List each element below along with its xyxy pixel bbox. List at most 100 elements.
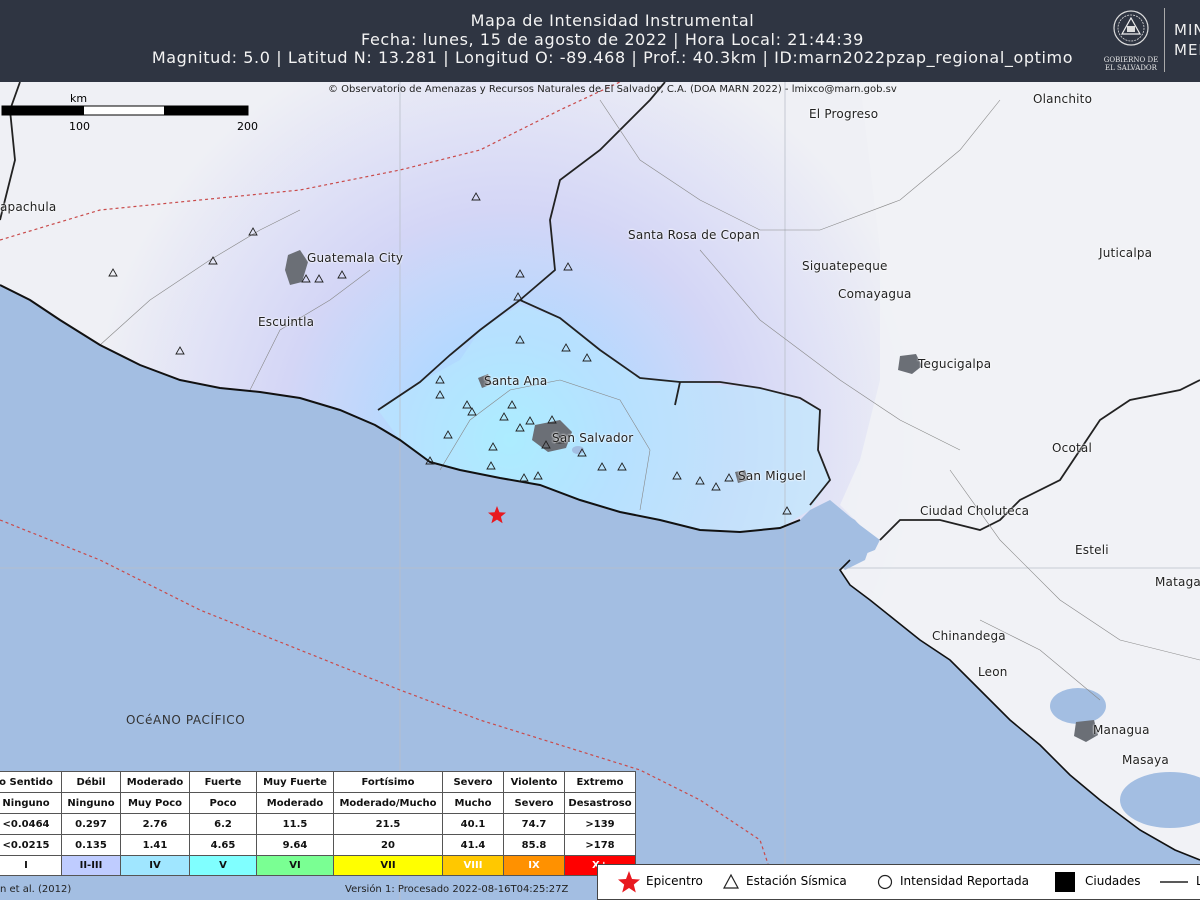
intensity-legend-table: o Sentido Débil Moderado Fuerte Muy Fuerte Fo… bbox=[0, 771, 636, 876]
legend-cell: Moderado bbox=[256, 792, 334, 814]
legend-row-header: o Sentido Débil Moderado Fuerte Muy Fuerte Fo… bbox=[0, 771, 636, 793]
place-label-escuintla: Escuintla bbox=[258, 315, 315, 329]
government-seal-logo: GOBIERNO DE EL SALVADOR bbox=[1103, 4, 1159, 76]
header-divider bbox=[1164, 8, 1165, 72]
intensity-swatch: IV bbox=[120, 855, 190, 876]
legend-cell: Mucho bbox=[442, 792, 504, 814]
legend-cell: 0.297 bbox=[61, 813, 121, 835]
ocean-label: OCéANO PACÍFICO bbox=[126, 713, 246, 727]
intensity-swatch: V bbox=[189, 855, 257, 876]
station-triangle-icon bbox=[722, 873, 740, 889]
place-label-olanchito: Olanchito bbox=[1033, 92, 1093, 106]
place-label-san-miguel: San Miguel bbox=[738, 469, 807, 483]
legend-reported-label: Intensidad Reportada bbox=[900, 874, 1029, 888]
place-label-siguatepeque: Siguatepeque bbox=[802, 259, 888, 273]
place-label-leon: Leon bbox=[978, 665, 1008, 679]
legend-cell: 2.76 bbox=[120, 813, 190, 835]
legend-cell: Violento bbox=[503, 771, 565, 793]
legend-cities-label: Ciudades bbox=[1085, 874, 1141, 888]
place-label-comayagua: Comayagua bbox=[838, 287, 912, 301]
reference-citation: n et al. (2012) bbox=[0, 884, 72, 895]
scale-bar: km 100 200 bbox=[0, 92, 260, 133]
place-label-chinandega: Chinandega bbox=[932, 629, 1006, 643]
legend-cell: Débil bbox=[61, 771, 121, 793]
legend-cell: Moderado bbox=[120, 771, 190, 793]
event-parameters: Magnitud: 5.0 | Latitud N: 13.281 | Long… bbox=[151, 48, 1074, 67]
place-label-masaya: Masaya bbox=[1122, 753, 1169, 767]
intensity-swatch: VII bbox=[333, 855, 443, 876]
place-label-matagalpa: Mataga bbox=[1155, 575, 1200, 589]
legend-cell: 1.41 bbox=[120, 834, 190, 856]
cities-square-icon bbox=[1055, 872, 1075, 892]
legend-cell: 9.64 bbox=[256, 834, 334, 856]
legend-cell: <0.0464 bbox=[0, 813, 62, 835]
intensity-swatch: VIII bbox=[442, 855, 504, 876]
place-label-ciudad-choluteca: Ciudad Choluteca bbox=[920, 504, 1030, 518]
ministry-name: MIN MED bbox=[1174, 20, 1200, 60]
place-label-santa-ana: Santa Ana bbox=[484, 374, 548, 388]
place-label-tegucigalpa: Tegucigalpa bbox=[918, 357, 992, 371]
intensity-swatch: II-III bbox=[61, 855, 121, 876]
legend-row-pgv: <0.0215 0.135 1.41 4.65 9.64 20 41.4 85.8 >178 bbox=[0, 834, 636, 856]
legend-cell: Fortísimo bbox=[333, 771, 443, 793]
legend-cell: 0.135 bbox=[61, 834, 121, 856]
map-header: Mapa de Intensidad Instrumental Fecha: l… bbox=[0, 0, 1200, 82]
ministry-line-1: MIN bbox=[1174, 21, 1200, 39]
place-label-esteli: Esteli bbox=[1075, 543, 1109, 557]
legend-cell: 20 bbox=[333, 834, 443, 856]
legend-cell: o Sentido bbox=[0, 771, 62, 793]
legend-cell: Desastroso bbox=[564, 792, 636, 814]
legend-cell: Severo bbox=[442, 771, 504, 793]
legend-cell: Extremo bbox=[564, 771, 636, 793]
legend-cell: Muy Poco bbox=[120, 792, 190, 814]
reported-intensity-circle-icon bbox=[877, 874, 893, 890]
place-label-tapachula: apachula bbox=[0, 200, 57, 214]
place-label-santa-rosa-de-copan: Santa Rosa de Copan bbox=[628, 228, 760, 242]
legend-cell: Poco bbox=[189, 792, 257, 814]
legend-cell: 11.5 bbox=[256, 813, 334, 835]
lake-managua bbox=[1050, 688, 1106, 724]
map-credit: © Observatorio de Amenazas y Recursos Na… bbox=[328, 84, 897, 95]
map-title: Mapa de Intensidad Instrumental bbox=[470, 11, 755, 30]
intensity-swatch: IX bbox=[503, 855, 565, 876]
legend-cell: Moderado/Mucho bbox=[333, 792, 443, 814]
legend-cell: 74.7 bbox=[503, 813, 565, 835]
legend-cell: Fuerte bbox=[189, 771, 257, 793]
intensity-swatch: I bbox=[0, 855, 62, 876]
legend-cell: Muy Fuerte bbox=[256, 771, 334, 793]
legend-station-label: Estación Sísmica bbox=[746, 874, 847, 888]
seal-text-line-2: EL SALVADOR bbox=[1105, 64, 1157, 72]
event-date-time: Fecha: lunes, 15 de agosto de 2022 | Hor… bbox=[361, 30, 864, 49]
place-label-el-progreso: El Progreso bbox=[809, 107, 879, 121]
scale-mark-200: 200 bbox=[237, 120, 258, 133]
place-label-managua: Managua bbox=[1093, 723, 1150, 737]
border-line-icon bbox=[1160, 881, 1188, 883]
legend-cell: Ninguno bbox=[61, 792, 121, 814]
place-label-ocotal: Ocotal bbox=[1052, 441, 1092, 455]
intensity-swatch: VI bbox=[256, 855, 334, 876]
legend-row-intensity-scale: III-IIIIVVVIVIIVIIIIXX+ bbox=[0, 855, 636, 876]
place-label-san-salvador: San Salvador bbox=[552, 431, 634, 445]
seal-text-line-1: GOBIERNO DE bbox=[1103, 56, 1159, 64]
legend-cell: 4.65 bbox=[189, 834, 257, 856]
processing-version: Versión 1: Procesado 2022-08-16T04:25:27… bbox=[345, 884, 569, 895]
ministry-line-2: MED bbox=[1174, 41, 1200, 59]
legend-cell: 85.8 bbox=[503, 834, 565, 856]
legend-cell: 41.4 bbox=[442, 834, 504, 856]
legend-cell: >139 bbox=[564, 813, 636, 835]
legend-row-pga: <0.0464 0.297 2.76 6.2 11.5 21.5 40.1 74.7 >139 bbox=[0, 813, 636, 835]
scale-mark-100: 100 bbox=[69, 120, 90, 133]
legend-cell: 21.5 bbox=[333, 813, 443, 835]
legend-row-effect: Ninguno Ninguno Muy Poco Poco Moderado Modera… bbox=[0, 792, 636, 814]
symbol-legend: Epicentro Estación Sísmica Intensidad Re… bbox=[597, 864, 1200, 900]
seal-icon bbox=[1113, 10, 1149, 46]
legend-epicenter-label: Epicentro bbox=[646, 874, 703, 888]
epicenter-icon bbox=[618, 871, 640, 893]
legend-cell: 40.1 bbox=[442, 813, 504, 835]
legend-cell: 6.2 bbox=[189, 813, 257, 835]
place-label-juticalpa: Juticalpa bbox=[1099, 246, 1153, 260]
legend-cell: <0.0215 bbox=[0, 834, 62, 856]
place-label-guatemala-city: Guatemala City bbox=[307, 251, 404, 265]
legend-line-label: L bbox=[1196, 874, 1200, 888]
scale-bar-graphic bbox=[1, 105, 249, 116]
